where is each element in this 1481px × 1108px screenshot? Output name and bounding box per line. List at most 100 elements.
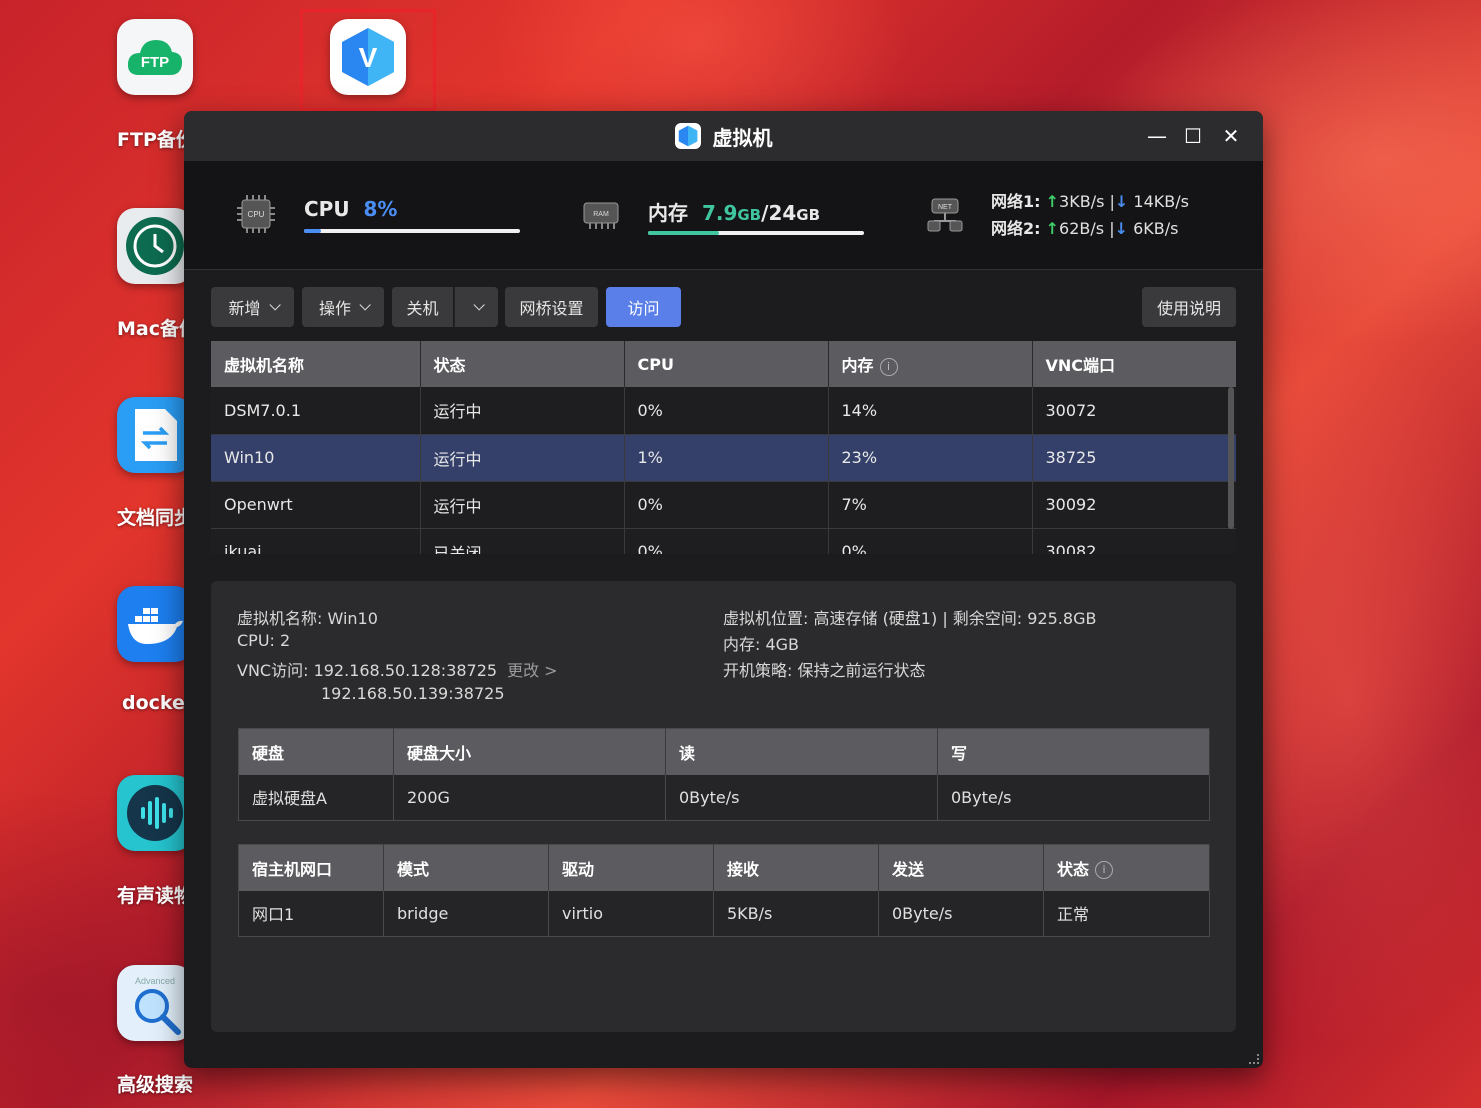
network-table-header: 宿主机网口 模式 驱动 接收 发送 状态 i — [238, 844, 1210, 891]
memory-usage-bar — [648, 231, 864, 235]
net-mode: bridge — [383, 890, 549, 937]
vm-name: DSM7.0.1 — [211, 387, 421, 435]
col-net-status-label: 状态 — [1057, 859, 1090, 879]
col-memory[interactable]: 内存 i — [828, 341, 1033, 387]
disk-name: 虚拟硬盘A — [238, 774, 394, 821]
col-memory-label: 内存 — [841, 356, 874, 375]
vm-row[interactable]: Openwrt 运行中 0% 7% 30092 — [211, 481, 1236, 529]
operate-dropdown-button[interactable]: 操作 — [302, 287, 384, 327]
col-disk: 硬盘 — [238, 728, 394, 775]
detail-vnc-address: VNC访问: 192.168.50.128:38725 — [237, 661, 498, 680]
audio-wave-icon[interactable] — [117, 775, 193, 851]
vm-table-scrollbar[interactable] — [1228, 387, 1234, 529]
vm-detail-panel: 虚拟机名称: Win10 CPU: 2 VNC访问: 192.168.50.12… — [211, 581, 1236, 1032]
col-vm-name[interactable]: 虚拟机名称 — [211, 341, 421, 387]
memory-total: 24 — [768, 201, 797, 225]
detail-vnc: VNC访问: 192.168.50.128:38725 更改 > — [237, 657, 558, 681]
vm-vnc-port: 30082 — [1032, 528, 1236, 554]
upload-arrow-icon: ↑ — [1045, 219, 1060, 238]
bridge-settings-button[interactable]: 网桥设置 — [505, 287, 598, 327]
col-vnc-port[interactable]: VNC端口 — [1032, 341, 1236, 387]
net2-stat: 网络2: ↑62B/s |↓ 6KB/s — [991, 215, 1178, 239]
memory-usage-fill — [648, 231, 720, 235]
cpu-value: 8% — [363, 197, 398, 221]
net2-up: 62B/s — [1059, 219, 1105, 238]
chevron-down-icon — [359, 299, 371, 311]
detail-name: 虚拟机名称: Win10 — [237, 609, 378, 628]
network-row: 网口1 bridge virtio 5KB/s 0Byte/s 正常 — [238, 890, 1210, 937]
vnc-change-link[interactable]: 更改 > — [507, 661, 558, 680]
col-receive: 接收 — [713, 844, 879, 891]
minimize-button[interactable]: — — [1145, 124, 1169, 148]
file-sync-icon[interactable] — [117, 397, 193, 473]
search-icon-text: Advanced — [135, 976, 175, 986]
vm-row[interactable]: ikuai 已关闭 0% 0% 30082 — [211, 528, 1236, 554]
col-write: 写 — [937, 728, 1210, 775]
time-machine-icon[interactable] — [117, 208, 193, 284]
vm-cpu: 0% — [624, 528, 829, 554]
shutdown-dropdown-toggle[interactable] — [454, 287, 498, 327]
app-title-icon — [674, 123, 701, 149]
col-net-status: 状态 i — [1043, 844, 1210, 891]
desktop-label-sync[interactable]: 文档同步 — [117, 503, 193, 530]
help-button[interactable]: 使用说明 — [1142, 287, 1236, 327]
col-read: 读 — [665, 728, 938, 775]
desktop-label-audio[interactable]: 有声读物 — [117, 881, 193, 908]
vm-table: 虚拟机名称 状态 CPU 内存 i VNC端口 DSM7.0.1 运行中 0% 1… — [211, 341, 1236, 554]
new-dropdown-button[interactable]: 新增 — [211, 287, 294, 327]
disk-table: 硬盘 硬盘大小 读 写 虚拟硬盘A 200G 0Byte/s 0Byte/s — [238, 728, 1210, 821]
vm-status: 运行中 — [420, 481, 625, 529]
docker-whale-icon[interactable] — [117, 586, 193, 662]
vm-row[interactable]: DSM7.0.1 运行中 0% 14% 30072 — [211, 387, 1236, 435]
network-table: 宿主机网口 模式 驱动 接收 发送 状态 i 网口1 bridge virtio … — [238, 844, 1210, 937]
ram-chip-text: RAM — [593, 211, 609, 218]
net-chip-text: NET — [938, 204, 953, 211]
resize-handle[interactable] — [1249, 1054, 1259, 1064]
advanced-search-icon[interactable]: Advanced — [117, 965, 193, 1041]
vm-table-header: 虚拟机名称 状态 CPU 内存 i VNC端口 — [211, 341, 1236, 387]
detail-location: 虚拟机位置: 高速存储 (硬盘1) | 剩余空间: 925.8GB — [723, 609, 1097, 628]
vm-name: Win10 — [211, 434, 421, 482]
vm-name: Openwrt — [211, 481, 421, 529]
info-icon[interactable]: i — [879, 357, 898, 376]
info-icon[interactable]: i — [1095, 861, 1114, 880]
visit-button[interactable]: 访问 — [606, 287, 681, 327]
col-cpu[interactable]: CPU — [624, 341, 829, 387]
ftp-backup-icon[interactable]: FTP — [117, 19, 193, 95]
toolbar: 新增 操作 关机 网桥设置 访问 使用说明 — [211, 287, 1236, 327]
net-driver: virtio — [548, 890, 714, 937]
desktop-label-search[interactable]: 高级搜索 — [117, 1070, 193, 1097]
cpu-stat: CPU 8% — [304, 197, 397, 221]
virtual-machine-window: 虚拟机 — ☐ ✕ CPU CPU 8% RAM 内存 7.9GB/24GB N… — [184, 111, 1263, 1068]
vm-table-container: 虚拟机名称 状态 CPU 内存 i VNC端口 DSM7.0.1 运行中 0% 1… — [211, 341, 1236, 554]
ram-chip-icon: RAM — [583, 202, 619, 229]
vm-name: ikuai — [211, 528, 421, 554]
close-button[interactable]: ✕ — [1219, 124, 1243, 148]
vm-cpu: 0% — [624, 481, 829, 529]
net1-down: 14KB/s — [1133, 192, 1189, 211]
title-bar[interactable]: 虚拟机 — ☐ ✕ — [184, 111, 1263, 161]
disk-table-header: 硬盘 硬盘大小 读 写 — [238, 728, 1210, 775]
chevron-down-icon — [472, 299, 485, 311]
shutdown-button[interactable]: 关机 — [392, 287, 453, 327]
vm-row-selected[interactable]: Win10 运行中 1% 23% 38725 — [211, 434, 1236, 482]
ftp-icon-text: FTP — [141, 54, 169, 71]
download-arrow-icon: ↓ — [1114, 219, 1128, 238]
net2-label: 网络2: — [991, 219, 1041, 238]
vm-vnc-port: 30092 — [1032, 481, 1236, 529]
maximize-button[interactable]: ☐ — [1181, 124, 1205, 148]
detail-cpu: CPU: 2 — [237, 631, 291, 650]
net-status: 正常 — [1043, 890, 1210, 937]
memory-total-unit: GB — [796, 206, 821, 224]
col-status[interactable]: 状态 — [420, 341, 625, 387]
col-host-port: 宿主机网口 — [238, 844, 384, 891]
disk-write: 0Byte/s — [937, 774, 1210, 821]
net-port: 网口1 — [238, 890, 384, 937]
memory-label: 内存 — [648, 201, 688, 225]
vm-memory: 14% — [828, 387, 1033, 435]
memory-used: 7.9 — [701, 201, 738, 225]
cpu-usage-bar — [304, 229, 520, 233]
chevron-down-icon — [268, 299, 281, 311]
vm-status: 运行中 — [420, 434, 625, 482]
vm-status: 运行中 — [420, 387, 625, 435]
